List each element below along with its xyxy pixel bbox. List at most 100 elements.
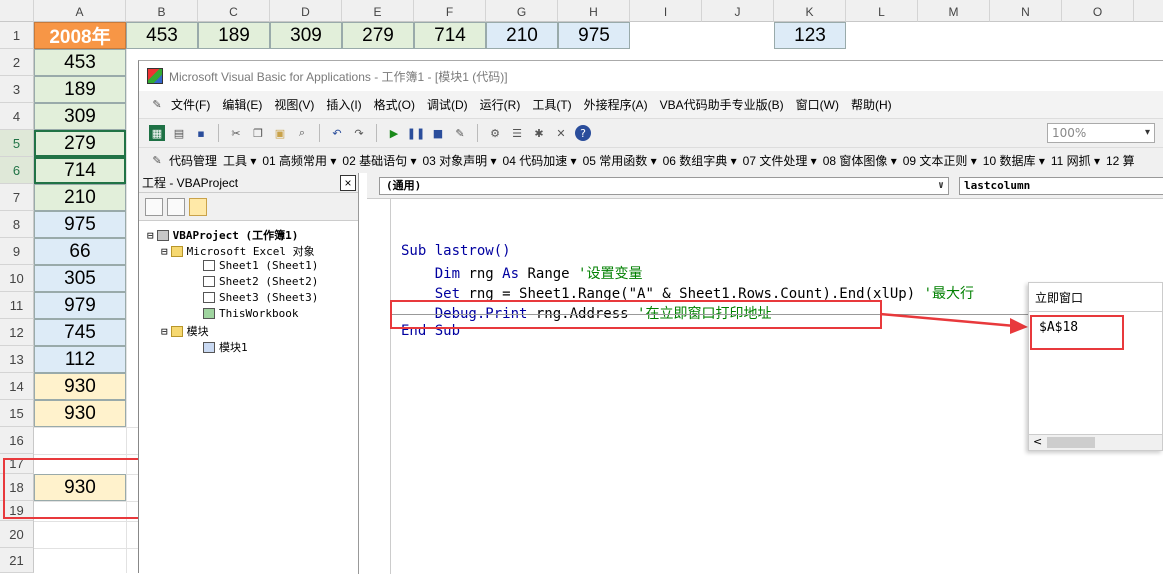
run-icon[interactable]: ▶ (386, 125, 402, 141)
tree-node-modules[interactable]: ⊟ 模块 (161, 323, 209, 339)
tb2-database[interactable]: 10 数据库 ▾ (983, 152, 1045, 169)
close-icon[interactable]: × (340, 174, 356, 191)
cell-a15[interactable]: 930 (34, 400, 126, 427)
col-header-l[interactable]: L (846, 0, 918, 22)
col-header-c[interactable]: C (198, 0, 270, 22)
cell-a11[interactable]: 979 (34, 292, 126, 319)
stop-icon[interactable]: ■ (430, 125, 446, 141)
project-explorer-icon[interactable]: ⚙ (487, 125, 503, 141)
col-header-e[interactable]: E (342, 0, 414, 22)
cell-a14[interactable]: 930 (34, 373, 126, 400)
toolbox-icon[interactable]: ✕ (553, 125, 569, 141)
row-header-4[interactable]: 4 (0, 103, 34, 130)
cell-f1[interactable]: 714 (414, 22, 486, 49)
menu-window[interactable]: 窗口(W) (796, 96, 839, 113)
tb2-forms-images[interactable]: 08 窗体图像 ▾ (823, 152, 897, 169)
col-header-p[interactable] (1134, 0, 1163, 22)
tb2-frequent[interactable]: 01 高频常用 ▾ (262, 152, 336, 169)
col-header-d[interactable]: D (270, 0, 342, 22)
code-line-2[interactable]: Dim rng As Range '设置变量 (401, 263, 643, 283)
cell-g1[interactable]: 210 (486, 22, 558, 49)
cell-k1[interactable]: 123 (774, 22, 846, 49)
row-header-11[interactable]: 11 (0, 292, 34, 319)
row-header-16[interactable]: 16 (0, 427, 34, 454)
row-header-7[interactable]: 7 (0, 184, 34, 211)
vbe-title-bar[interactable]: Microsoft Visual Basic for Applications … (139, 61, 1163, 91)
cell-a4[interactable]: 309 (34, 103, 126, 130)
row-header-9[interactable]: 9 (0, 238, 34, 265)
col-header-i[interactable]: I (630, 0, 702, 22)
row-header-10[interactable]: 10 (0, 265, 34, 292)
view-code-icon[interactable] (145, 197, 163, 216)
cell-a13[interactable]: 112 (34, 346, 126, 373)
row-header-5[interactable]: 5 (0, 130, 34, 157)
tree-node-module1[interactable]: 模块1 (203, 339, 248, 355)
cell-e1[interactable]: 279 (342, 22, 414, 49)
col-header-m[interactable]: M (918, 0, 990, 22)
menu-format[interactable]: 格式(O) (374, 96, 415, 113)
tb2-text-regex[interactable]: 09 文本正则 ▾ (903, 152, 977, 169)
zoom-combo[interactable]: 100% ▾ (1047, 123, 1155, 143)
menu-addins[interactable]: 外接程序(A) (584, 96, 648, 113)
redo-icon[interactable]: ↷ (351, 125, 367, 141)
cut-icon[interactable]: ✂ (228, 125, 244, 141)
menu-view[interactable]: 视图(V) (274, 96, 314, 113)
row-header-6[interactable]: 6 (0, 157, 34, 184)
tree-node-sheet2[interactable]: Sheet2 (Sheet2) (203, 275, 318, 288)
row-header-14[interactable]: 14 (0, 373, 34, 400)
row-header-3[interactable]: 3 (0, 76, 34, 103)
tb2-common-functions[interactable]: 05 常用函数 ▾ (583, 152, 657, 169)
cell-a5[interactable]: 279 (34, 130, 126, 157)
tb2-object-declare[interactable]: 03 对象声明 ▾ (422, 152, 496, 169)
col-header-h[interactable]: H (558, 0, 630, 22)
immediate-window-title[interactable]: 立即窗口 (1029, 283, 1162, 311)
row-header-1[interactable]: 1 (0, 22, 34, 49)
cell-b1[interactable]: 453 (126, 22, 198, 49)
view-object-icon[interactable] (167, 197, 185, 216)
col-header-a[interactable]: A (34, 0, 126, 22)
tb2-tools[interactable]: 工具 ▾ (223, 152, 256, 169)
collapse-icon[interactable]: ⊟ (147, 229, 154, 242)
horizontal-scrollbar[interactable]: < (1029, 434, 1162, 450)
cell-a9[interactable]: 66 (34, 238, 126, 265)
code-line-1[interactable]: Sub lastrow() (401, 243, 511, 259)
tb2-file-handling[interactable]: 07 文件处理 ▾ (743, 152, 817, 169)
object-combo[interactable]: (通用) ∨ (379, 177, 949, 195)
col-header-b[interactable]: B (126, 0, 198, 22)
row-header-21[interactable]: 21 (0, 548, 34, 573)
procedure-combo[interactable]: lastcolumn (959, 177, 1163, 195)
row-header-20[interactable]: 20 (0, 521, 34, 548)
row-header-15[interactable]: 15 (0, 400, 34, 427)
find-icon[interactable]: ⌕ (294, 125, 310, 141)
tree-node-sheet3[interactable]: Sheet3 (Sheet3) (203, 291, 318, 304)
cell-c1[interactable]: 189 (198, 22, 270, 49)
menu-debug[interactable]: 调试(D) (427, 96, 468, 113)
code-gutter[interactable] (367, 199, 391, 574)
tree-node-thisworkbook[interactable]: ThisWorkbook (203, 307, 298, 320)
menu-edit[interactable]: 编辑(E) (222, 96, 262, 113)
tree-node-project[interactable]: ⊟ VBAProject (工作簿1) (147, 227, 298, 243)
tb2-basic-statements[interactable]: 02 基础语句 ▾ (342, 152, 416, 169)
toggle-folders-icon[interactable] (189, 197, 207, 216)
row-header-2[interactable]: 2 (0, 49, 34, 76)
menu-run[interactable]: 运行(R) (480, 96, 521, 113)
tree-node-sheet1[interactable]: Sheet1 (Sheet1) (203, 259, 318, 272)
paste-icon[interactable]: ▣ (272, 125, 288, 141)
scroll-left-icon[interactable]: < (1033, 435, 1042, 448)
help-icon[interactable]: ? (575, 125, 591, 141)
excel-view-icon[interactable]: ▦ (149, 125, 165, 141)
menu-tools[interactable]: 工具(T) (532, 96, 571, 113)
tb2-algorithm[interactable]: 12 算 (1106, 152, 1135, 169)
col-header-j[interactable]: J (702, 0, 774, 22)
menu-insert[interactable]: 插入(I) (326, 96, 361, 113)
design-mode-icon[interactable]: ✎ (452, 125, 468, 141)
tree-node-excel-objects[interactable]: ⊟ Microsoft Excel 对象 (161, 243, 315, 259)
collapse-icon[interactable]: ⊟ (161, 325, 168, 338)
col-header-o[interactable]: O (1062, 0, 1134, 22)
copy-icon[interactable]: ❐ (250, 125, 266, 141)
tb2-code-speedup[interactable]: 04 代码加速 ▾ (503, 152, 577, 169)
row-header-12[interactable]: 12 (0, 319, 34, 346)
menu-help[interactable]: 帮助(H) (851, 96, 892, 113)
select-all-corner[interactable] (0, 0, 34, 22)
tb2-web-scrape[interactable]: 11 网抓 ▾ (1051, 152, 1100, 169)
